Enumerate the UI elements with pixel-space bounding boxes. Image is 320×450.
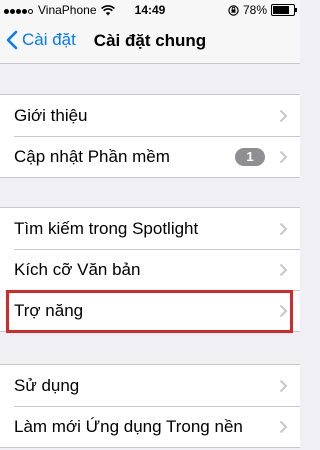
settings-group-usage: Sử dụng Làm mới Ứng dụng Trong nền [0, 364, 300, 448]
page-title: Cài đặt chung [93, 31, 207, 50]
settings-group-about: Giới thiệu Cập nhật Phần mềm 1 [0, 94, 300, 178]
row-background-app-refresh[interactable]: Làm mới Ứng dụng Trong nền [0, 406, 300, 447]
chevron-right-icon [279, 379, 288, 392]
settings-group-display: Tìm kiếm trong Spotlight Kích cỡ Văn bản… [0, 207, 300, 332]
battery-icon [271, 4, 297, 16]
row-label: Kích cỡ Văn bản [14, 259, 141, 279]
chevron-right-icon [279, 150, 288, 163]
row-software-update[interactable]: Cập nhật Phần mềm 1 [0, 136, 300, 177]
row-accessibility[interactable]: Trợ năng [0, 290, 300, 331]
chevron-right-icon [279, 420, 288, 433]
row-about[interactable]: Giới thiệu [0, 95, 300, 136]
row-usage[interactable]: Sử dụng [0, 365, 300, 406]
row-label: Cập nhật Phần mềm [14, 146, 170, 166]
chevron-right-icon [279, 304, 288, 317]
update-count-badge: 1 [235, 147, 265, 166]
chevron-right-icon [279, 222, 288, 235]
row-label: Làm mới Ứng dụng Trong nền [14, 416, 243, 436]
chevron-right-icon [279, 263, 288, 276]
row-label: Sử dụng [14, 375, 80, 395]
status-bar: VinaPhone 14:49 78% [0, 0, 300, 20]
navigation-bar: Cài đặt Cài đặt chung [0, 20, 300, 64]
row-label: Trợ năng [14, 300, 84, 320]
row-label: Giới thiệu [14, 105, 88, 125]
chevron-right-icon [279, 109, 288, 122]
row-label: Tìm kiếm trong Spotlight [14, 218, 199, 238]
row-text-size[interactable]: Kích cỡ Văn bản [0, 249, 300, 290]
battery-percent: 78% [242, 3, 267, 17]
orientation-lock-icon [228, 4, 239, 16]
row-spotlight-search[interactable]: Tìm kiếm trong Spotlight [0, 208, 300, 249]
